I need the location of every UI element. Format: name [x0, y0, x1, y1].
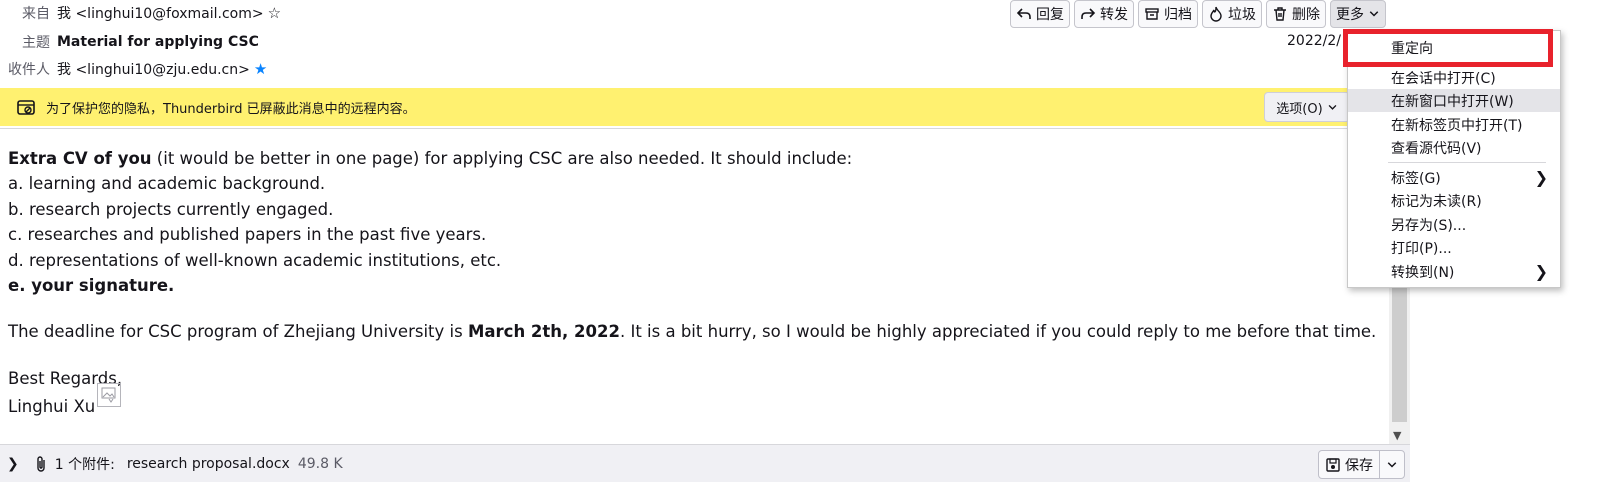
more-button[interactable]: 更多: [1330, 0, 1386, 28]
body-intro-rest: (it would be better in one page) for app…: [151, 149, 853, 168]
deadline-date: March 2th, 2022: [467, 322, 620, 342]
reply-icon: [1016, 8, 1031, 19]
flame-icon: [1210, 6, 1222, 22]
body-intro: Extra CV of you (it would be better in o…: [8, 146, 1388, 171]
chevron-down-icon: [1387, 461, 1397, 468]
menu-item-open-in-new-window[interactable]: 在新窗口中打开(W): [1348, 89, 1560, 112]
header-divider: [0, 128, 1410, 129]
from-label: 来自: [22, 6, 50, 22]
junk-label: 垃圾: [1228, 7, 1256, 23]
chevron-down-icon[interactable]: ▼: [1393, 429, 1401, 442]
forward-button[interactable]: 转发: [1074, 0, 1134, 28]
junk-button[interactable]: 垃圾: [1202, 0, 1262, 28]
menu-item-mark-unread[interactable]: 标记为未读(R): [1348, 189, 1560, 212]
more-menu: 重定向 在会话中打开(C) 在新窗口中打开(W) 在新标签页中打开(T) 查看源…: [1347, 30, 1561, 288]
from-row: 来自 我 <linghui10@foxmail.com> ☆: [0, 1, 281, 25]
list-item-c: c. researches and published papers in th…: [8, 225, 487, 245]
save-button-group: 保存: [1318, 450, 1405, 479]
remote-content-notice: 为了保护您的隐私，Thunderbird 已屏蔽此消息中的远程内容。 选项(O): [0, 88, 1410, 126]
menu-item-label: 打印(P)...: [1391, 240, 1452, 257]
attachment-bar: ❯ 1 个附件: research proposal.docx 49.8 K 保…: [0, 444, 1410, 482]
forward-icon: [1081, 8, 1096, 19]
deadline-paragraph: The deadline for CSC program of Zhejiang…: [8, 319, 1388, 344]
chevron-right-icon: ❯: [1534, 262, 1548, 281]
archive-button[interactable]: 归档: [1138, 0, 1198, 28]
reply-label: 回复: [1036, 7, 1064, 23]
menu-item-label: 转换到(N): [1391, 264, 1455, 281]
signature-line: Linghui Xu: [8, 383, 1388, 419]
options-button[interactable]: 选项(O): [1264, 92, 1350, 122]
privacy-icon: [17, 100, 35, 115]
save-dropdown-button[interactable]: [1380, 451, 1404, 478]
subject-label: 主题: [22, 35, 50, 51]
menu-item-open-in-new-tab[interactable]: 在新标签页中打开(T): [1348, 113, 1560, 136]
save-button[interactable]: 保存: [1319, 451, 1380, 478]
menu-item-label: 查看源代码(V): [1391, 140, 1482, 157]
menu-separator: [1388, 162, 1546, 163]
options-label: 选项(O): [1276, 101, 1323, 117]
chevron-down-icon: [1328, 104, 1337, 110]
menu-item-convert-to[interactable]: 转换到(N) ❯: [1348, 260, 1560, 283]
star-filled-icon[interactable]: ★: [254, 60, 267, 78]
menu-item-open-in-conversation[interactable]: 在会话中打开(C): [1348, 66, 1560, 89]
list-item-e: e. your signature.: [8, 273, 1388, 298]
menu-item-view-source[interactable]: 查看源代码(V): [1348, 136, 1560, 159]
chevron-right-icon[interactable]: ❯: [7, 456, 19, 472]
broken-image-icon: [97, 383, 122, 408]
subject-row: 主题 Material for applying CSC: [0, 30, 259, 54]
save-icon: [1326, 457, 1340, 472]
menu-item-tags[interactable]: 标签(G) ❯: [1348, 166, 1560, 189]
regards-line: Best Regards,: [8, 368, 123, 388]
message-date: 2022/2/: [1287, 33, 1341, 49]
menu-item-label: 标签(G): [1391, 170, 1441, 187]
archive-icon: [1145, 8, 1159, 20]
notice-text: 为了保护您的隐私，Thunderbird 已屏蔽此消息中的远程内容。: [46, 101, 416, 117]
archive-label: 归档: [1164, 7, 1192, 23]
attachment-count: 1 个附件:: [54, 456, 115, 473]
list-item-e-bold: e. your signature.: [8, 276, 175, 296]
to-row: 收件人 我 <linghui10@zju.edu.cn> ★: [0, 57, 267, 81]
chevron-right-icon: ❯: [1534, 168, 1548, 187]
more-label: 更多: [1336, 7, 1364, 23]
menu-item-label: 在新标签页中打开(T): [1391, 117, 1523, 134]
menu-item-label: 另存为(S)...: [1391, 217, 1467, 234]
paperclip-icon: [37, 455, 45, 472]
chevron-down-icon: [1369, 11, 1379, 17]
menu-item-save-as[interactable]: 另存为(S)...: [1348, 213, 1560, 236]
deadline-post: . It is a bit hurry, so I would be highl…: [619, 322, 1377, 342]
list-item-b: b. research projects currently engaged.: [8, 199, 334, 219]
menu-item-print[interactable]: 打印(P)...: [1348, 236, 1560, 259]
signature-name: Linghui Xu: [8, 397, 96, 417]
star-outline-icon[interactable]: ☆: [268, 4, 281, 22]
from-address[interactable]: 我 <linghui10@foxmail.com>: [57, 3, 264, 23]
reply-button[interactable]: 回复: [1010, 0, 1070, 28]
highlight-annotation: [1343, 29, 1553, 67]
forward-label: 转发: [1100, 7, 1128, 23]
trash-icon: [1274, 7, 1286, 21]
menu-item-label: 标记为未读(R): [1391, 193, 1482, 210]
deadline-pre: The deadline for CSC program of Zhejiang…: [8, 322, 468, 342]
to-address[interactable]: 我 <linghui10@zju.edu.cn>: [57, 59, 250, 79]
menu-item-label: 在新窗口中打开(W): [1391, 93, 1514, 110]
message-body: Extra CV of you (it would be better in o…: [8, 146, 1388, 420]
list-item-a: a. learning and academic background.: [8, 174, 326, 194]
body-intro-bold: Extra CV of you: [8, 149, 152, 168]
attachment-size: 49.8 K: [297, 455, 343, 472]
attachment-filename[interactable]: research proposal.docx: [127, 456, 290, 472]
message-toolbar: 回复 转发 归档 垃圾 删除 更多: [1010, 0, 1386, 28]
list-item-d: d. representations of well-known academi…: [8, 250, 502, 270]
delete-button[interactable]: 删除: [1266, 0, 1326, 28]
menu-item-label: 在会话中打开(C): [1391, 70, 1496, 87]
to-label: 收件人: [8, 62, 50, 78]
delete-label: 删除: [1292, 7, 1320, 23]
subject-text: Material for applying CSC: [57, 34, 259, 50]
save-label: 保存: [1345, 457, 1373, 474]
